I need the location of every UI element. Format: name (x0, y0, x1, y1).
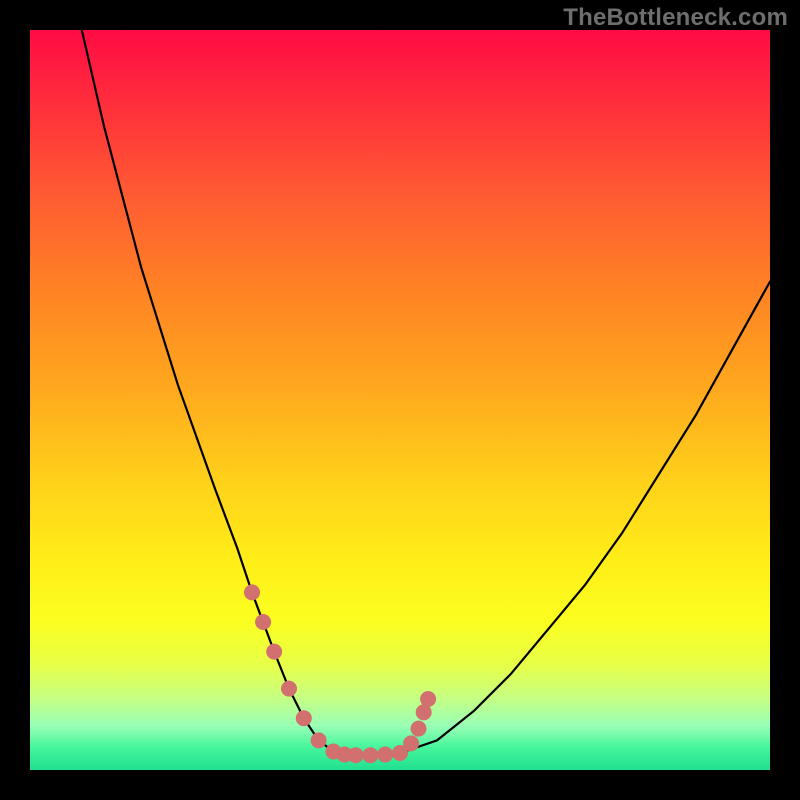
watermark-text: TheBottleneck.com (563, 4, 788, 32)
marker-point (403, 735, 419, 751)
chart-frame: TheBottleneck.com (0, 0, 800, 800)
chart-plot-area (30, 30, 770, 770)
marker-point (281, 681, 297, 697)
marker-point (377, 747, 393, 763)
marker-point (411, 721, 427, 737)
marker-point (362, 747, 378, 763)
bottleneck-curve (82, 30, 770, 755)
marker-point (255, 614, 271, 630)
chart-svg (30, 30, 770, 770)
marker-point (420, 691, 436, 707)
marker-point (311, 732, 327, 748)
highlight-markers (244, 584, 436, 763)
marker-point (266, 644, 282, 660)
marker-point (244, 584, 260, 600)
marker-point (348, 747, 364, 763)
marker-point (296, 710, 312, 726)
